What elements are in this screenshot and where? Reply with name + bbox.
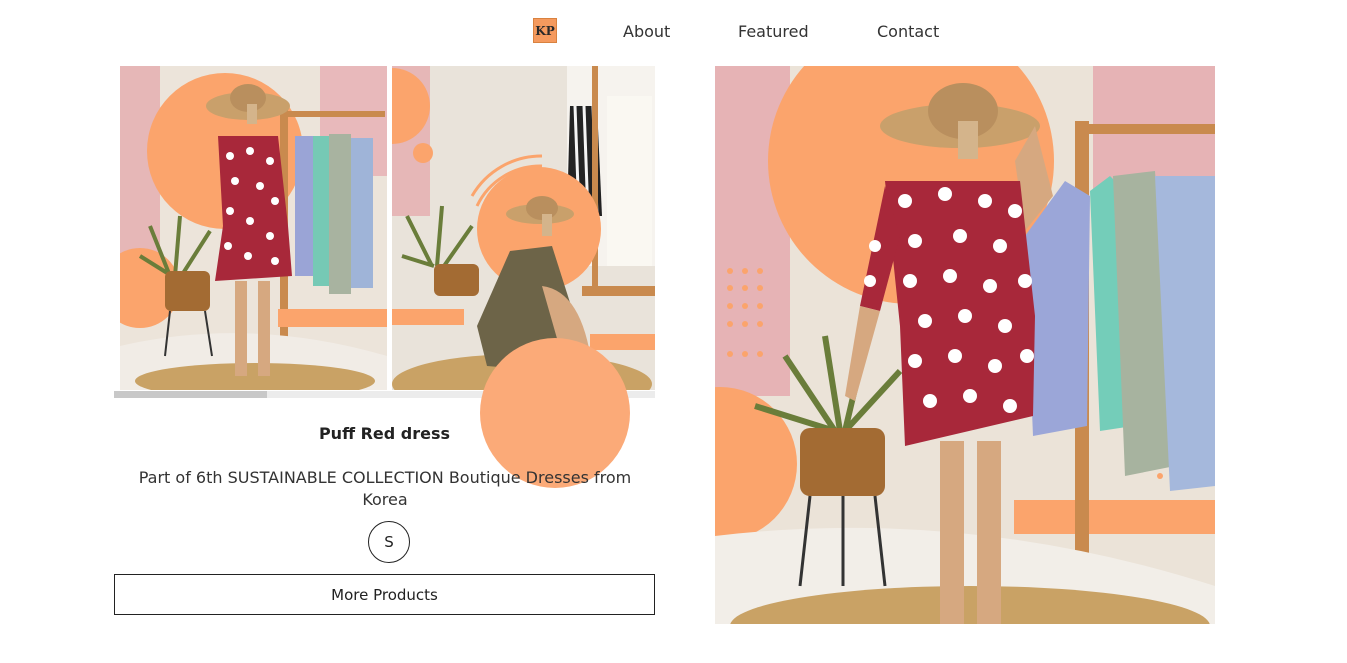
nav-link-contact[interactable]: Contact bbox=[877, 22, 939, 41]
featured-photo-illustration bbox=[715, 66, 1215, 624]
decorative-circle bbox=[480, 338, 630, 488]
top-nav: KP About Featured Contact bbox=[0, 0, 1347, 66]
product-description: Part of 6th SUSTAINABLE COLLECTION Bouti… bbox=[138, 468, 632, 509]
gallery-photo-standing[interactable] bbox=[120, 66, 387, 390]
nav-link-about[interactable]: About bbox=[623, 22, 670, 41]
standing-photo-illustration bbox=[120, 66, 387, 390]
gallery-scrollbar-thumb[interactable] bbox=[114, 391, 267, 398]
more-products-button[interactable]: More Products bbox=[114, 574, 655, 615]
featured-photo[interactable] bbox=[715, 66, 1215, 624]
product-title: Puff Red dress bbox=[318, 424, 451, 443]
logo-text: KP bbox=[535, 23, 555, 38]
sitting-photo-illustration bbox=[392, 66, 655, 390]
gallery-photo-sitting[interactable] bbox=[392, 66, 655, 390]
brand-logo[interactable]: KP bbox=[533, 18, 557, 43]
size-option-s[interactable]: S bbox=[368, 521, 410, 563]
nav-link-featured[interactable]: Featured bbox=[738, 22, 809, 41]
